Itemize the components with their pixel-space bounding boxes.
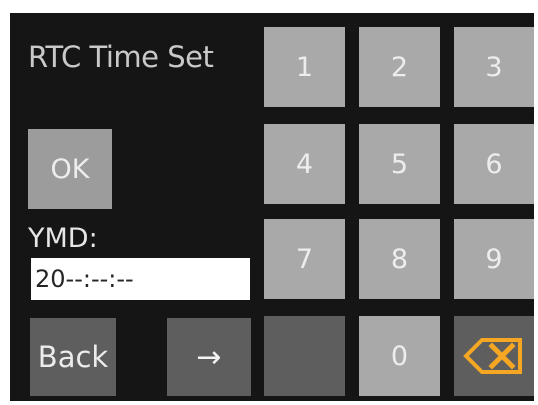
backspace-icon xyxy=(463,338,522,374)
page-title: RTC Time Set xyxy=(28,40,214,74)
key-6[interactable]: 6 xyxy=(454,124,534,204)
key-5[interactable]: 5 xyxy=(359,124,440,204)
backspace-button[interactable] xyxy=(454,316,534,396)
ymd-input[interactable] xyxy=(31,258,250,300)
arrow-right-icon: → xyxy=(196,339,222,375)
key-7[interactable]: 7 xyxy=(264,219,345,299)
back-button[interactable]: Back xyxy=(30,318,116,396)
ymd-label: YMD: xyxy=(28,223,98,254)
key-2[interactable]: 2 xyxy=(359,27,440,107)
ok-button[interactable]: OK xyxy=(28,129,112,209)
empty-key xyxy=(264,316,345,396)
key-1[interactable]: 1 xyxy=(264,27,345,107)
next-button[interactable]: → xyxy=(167,318,251,396)
key-0[interactable]: 0 xyxy=(359,316,440,396)
key-4[interactable]: 4 xyxy=(264,124,345,204)
key-8[interactable]: 8 xyxy=(359,219,440,299)
key-3[interactable]: 3 xyxy=(454,27,534,107)
key-9[interactable]: 9 xyxy=(454,219,534,299)
